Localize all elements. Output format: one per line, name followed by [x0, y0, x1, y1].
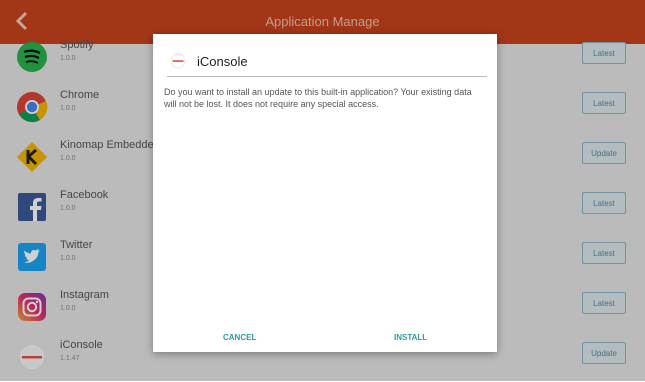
dialog-title: iConsole: [197, 54, 248, 69]
install-button[interactable]: INSTALL: [394, 333, 427, 342]
install-dialog: iConsole Do you want to install an updat…: [153, 34, 497, 352]
dialog-message: Do you want to install an update to this…: [164, 87, 472, 109]
iconsole-icon: [170, 53, 186, 69]
cancel-button[interactable]: CANCEL: [223, 333, 256, 342]
dialog-divider: [167, 76, 487, 77]
